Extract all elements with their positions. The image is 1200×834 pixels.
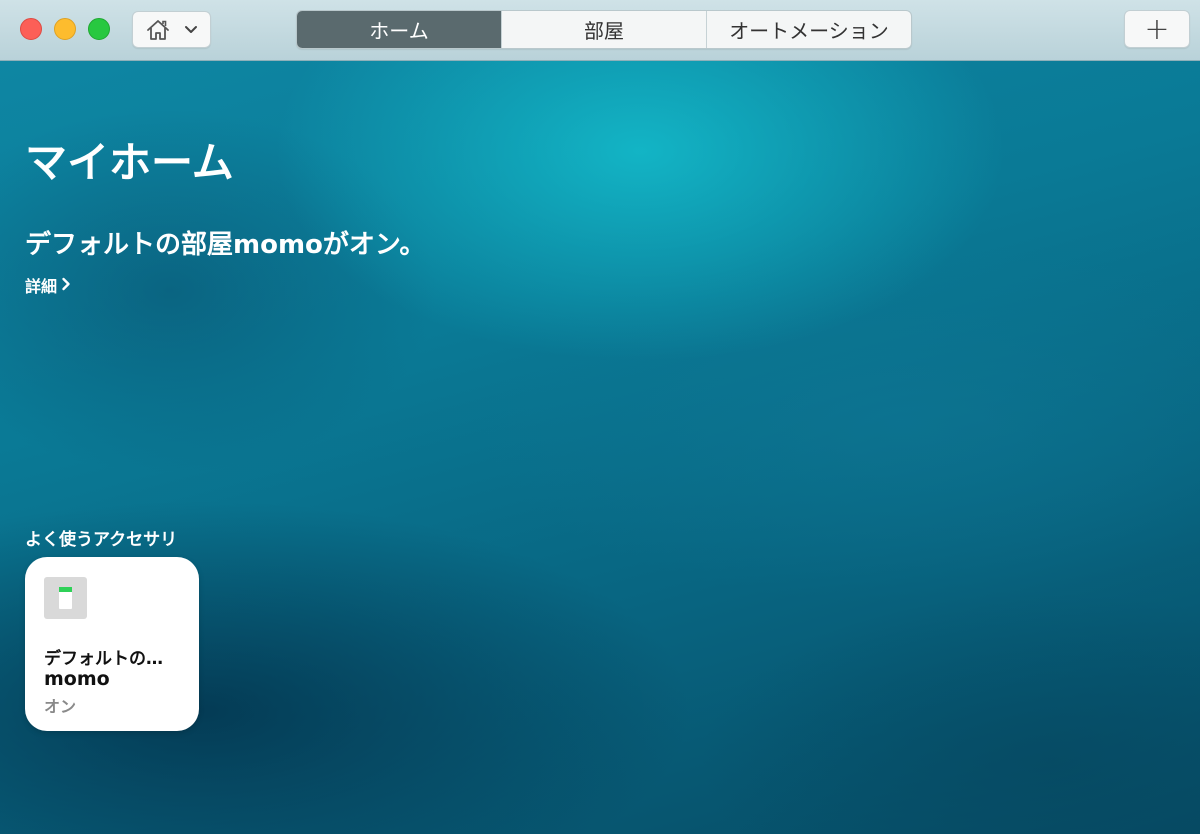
- tab-rooms[interactable]: 部屋: [501, 11, 706, 48]
- details-label: 詳細: [25, 277, 58, 296]
- tab-automation[interactable]: オートメーション: [706, 11, 911, 48]
- home-menu-button[interactable]: [132, 11, 211, 48]
- home-app-window: ホーム 部屋 オートメーション + マイホーム デフォルトの部屋momoがオン。…: [0, 0, 1200, 834]
- view-switcher: ホーム 部屋 オートメーション: [296, 10, 912, 49]
- close-button[interactable]: [20, 18, 42, 40]
- titlebar: ホーム 部屋 オートメーション +: [0, 0, 1200, 61]
- chevron-right-icon: [61, 276, 71, 295]
- switch-body: [59, 587, 72, 609]
- zoom-button[interactable]: [88, 18, 110, 40]
- minimize-button[interactable]: [54, 18, 76, 40]
- accessory-status: オン: [44, 697, 77, 716]
- accessory-name: momo: [44, 668, 110, 690]
- chevron-down-icon: [184, 25, 198, 35]
- home-wallpaper: マイホーム デフォルトの部屋momoがオン。 詳細 よく使うアクセサリ デフォル…: [0, 61, 1200, 834]
- home-status-summary: デフォルトの部屋momoがオン。: [25, 230, 426, 260]
- switch-on-indicator: [59, 587, 72, 592]
- accessory-room: デフォルトの…: [44, 649, 163, 669]
- plus-icon: +: [1144, 11, 1170, 47]
- switch-icon: [44, 577, 87, 619]
- accessory-tile-momo[interactable]: デフォルトの… momo オン: [25, 557, 199, 731]
- details-link[interactable]: 詳細: [25, 273, 71, 297]
- favorites-header: よく使うアクセサリ: [25, 530, 178, 550]
- add-button[interactable]: +: [1124, 10, 1190, 48]
- house-icon: [146, 18, 170, 42]
- tab-home[interactable]: ホーム: [297, 11, 501, 48]
- page-title: マイホーム: [25, 138, 234, 187]
